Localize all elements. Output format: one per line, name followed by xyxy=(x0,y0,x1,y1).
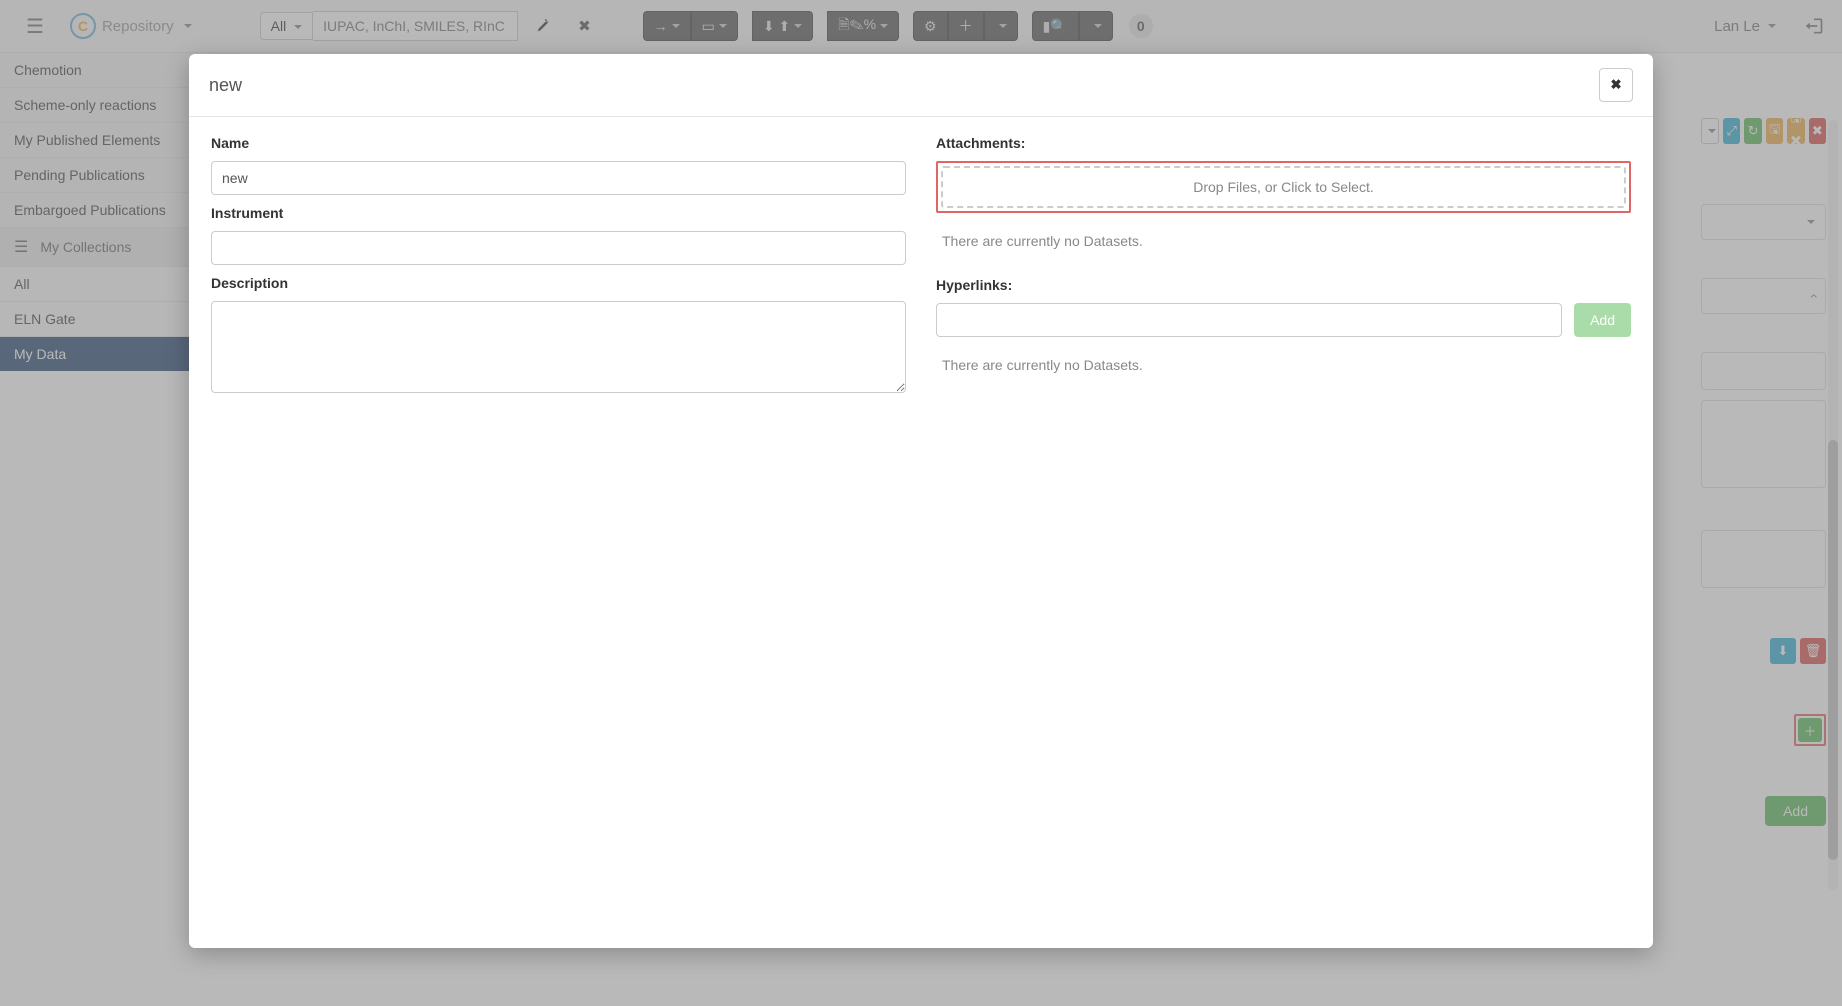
modal-close-button[interactable]: ✖ xyxy=(1599,68,1633,102)
modal-title: new xyxy=(209,75,242,96)
attachments-label: Attachments: xyxy=(936,135,1631,151)
hyperlinks-label: Hyperlinks: xyxy=(936,277,1631,293)
hyperlink-add-button[interactable]: Add xyxy=(1574,303,1631,337)
hyperlink-row: Add xyxy=(936,303,1631,337)
empty-datasets-msg-2: There are currently no Datasets. xyxy=(936,347,1631,391)
description-textarea[interactable] xyxy=(211,301,906,393)
dataset-modal: new ✖ Name Instrument Description Attach… xyxy=(189,54,1653,948)
empty-datasets-msg: There are currently no Datasets. xyxy=(936,223,1631,267)
modal-header: new ✖ xyxy=(189,54,1653,117)
modal-body: Name Instrument Description Attachments:… xyxy=(189,117,1653,411)
modal-right-column: Attachments: Drop Files, or Click to Sel… xyxy=(936,135,1631,393)
name-input[interactable] xyxy=(211,161,906,195)
modal-overlay: new ✖ Name Instrument Description Attach… xyxy=(0,0,1842,1006)
instrument-input[interactable] xyxy=(211,231,906,265)
instrument-label: Instrument xyxy=(211,205,906,221)
dropzone-text: Drop Files, or Click to Select. xyxy=(1193,179,1374,195)
description-label: Description xyxy=(211,275,906,291)
file-dropzone[interactable]: Drop Files, or Click to Select. xyxy=(941,166,1626,208)
hyperlink-input[interactable] xyxy=(936,303,1562,337)
modal-left-column: Name Instrument Description xyxy=(211,135,906,393)
dropzone-highlight: Drop Files, or Click to Select. xyxy=(936,161,1631,213)
name-label: Name xyxy=(211,135,906,151)
